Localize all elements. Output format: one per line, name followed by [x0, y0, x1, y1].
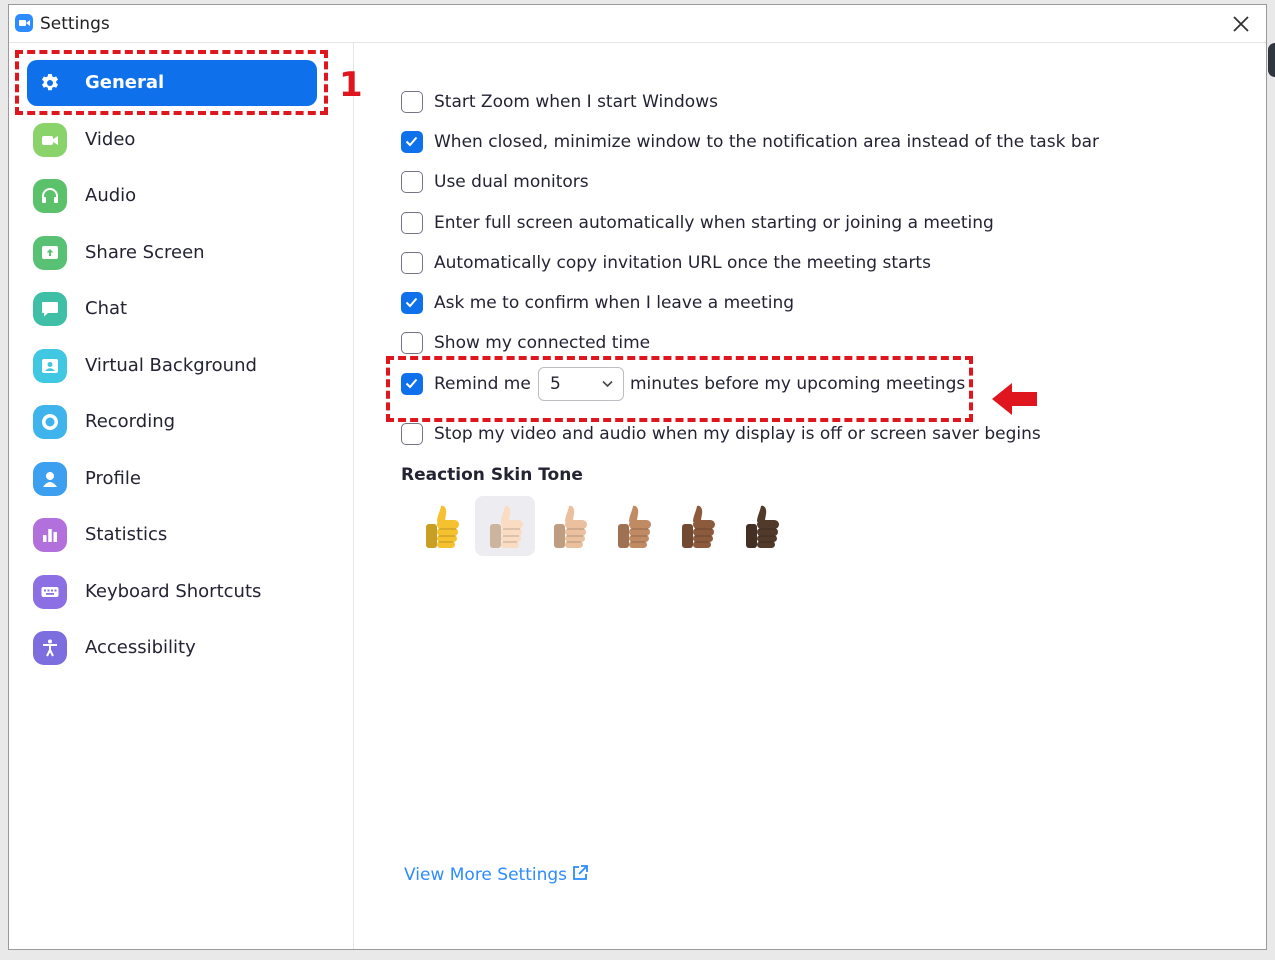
sidebar-item-label: Profile	[85, 468, 141, 489]
option-label: Stop my video and audio when my display …	[434, 424, 1041, 444]
chat-bubble-icon	[33, 292, 67, 326]
sidebar-item-keyboard-shortcuts[interactable]: Keyboard Shortcuts	[27, 569, 317, 615]
checkbox[interactable]	[401, 252, 423, 274]
close-icon	[1233, 16, 1249, 32]
checkbox[interactable]	[401, 292, 423, 314]
thumbs-up-icon	[554, 505, 587, 548]
checkbox[interactable]	[401, 91, 423, 113]
person-icon	[33, 462, 67, 496]
background-window-edge	[1268, 43, 1275, 77]
sidebar-item-label: Virtual Background	[85, 355, 257, 376]
checkmark-icon	[405, 378, 418, 389]
sidebar-item-label: Keyboard Shortcuts	[85, 581, 262, 602]
option-label: Start Zoom when I start Windows	[434, 92, 718, 112]
sidebar-item-audio[interactable]: Audio	[27, 173, 317, 219]
skin-tone-option[interactable]	[475, 496, 535, 556]
bar-chart-icon	[33, 518, 67, 552]
skin-tone-option[interactable]	[411, 496, 471, 556]
reminder-suffix-label: minutes before my upcoming meetings	[630, 374, 966, 394]
sidebar-item-label: Chat	[85, 298, 128, 319]
dropdown-value: 5	[550, 374, 561, 394]
reminder-prefix-label: Remind me	[434, 374, 531, 394]
sidebar-item-video[interactable]: Video	[27, 117, 317, 163]
skin-tone-option[interactable]	[603, 496, 663, 556]
checkbox[interactable]	[401, 332, 423, 354]
reminder-minutes-dropdown[interactable]: 5	[538, 367, 624, 401]
gear-icon	[33, 66, 67, 100]
keyboard-icon	[33, 575, 67, 609]
record-icon	[33, 405, 67, 439]
skin-tone-option[interactable]	[539, 496, 599, 556]
sidebar-item-label: Recording	[85, 411, 176, 432]
sidebar-item-statistics[interactable]: Statistics	[27, 512, 317, 558]
share-screen-icon	[33, 236, 67, 270]
checkbox[interactable]	[401, 373, 423, 395]
settings-window: Settings General Video Audio Share Scree…	[8, 4, 1267, 950]
close-button[interactable]	[1228, 11, 1254, 37]
checkbox[interactable]	[401, 212, 423, 234]
thumbs-up-icon	[746, 505, 779, 548]
option-meeting-reminder[interactable]: Remind me 5 minutes before my upcoming m…	[401, 367, 965, 401]
sidebar-item-general[interactable]: General	[27, 60, 317, 106]
sidebar-item-label: Accessibility	[85, 637, 196, 658]
checkmark-icon	[405, 136, 418, 147]
chevron-down-icon	[602, 380, 613, 388]
title-bar: Settings	[9, 5, 1266, 43]
skin-tone-option[interactable]	[667, 496, 727, 556]
window-title: Settings	[40, 14, 110, 34]
video-camera-icon	[33, 123, 67, 157]
sidebar-item-label: Share Screen	[85, 242, 205, 263]
checkbox[interactable]	[401, 131, 423, 153]
reaction-skin-tone-title: Reaction Skin Tone	[401, 465, 583, 485]
sidebar-item-share-screen[interactable]: Share Screen	[27, 230, 317, 276]
sidebar-item-chat[interactable]: Chat	[27, 286, 317, 332]
checkbox[interactable]	[401, 423, 423, 445]
sidebar-item-label: Statistics	[85, 524, 168, 545]
general-settings-panel: Start Zoom when I start Windows When clo…	[354, 43, 1266, 949]
option-label: When closed, minimize window to the noti…	[434, 132, 1100, 152]
sidebar-item-profile[interactable]: Profile	[27, 456, 317, 502]
red-arrow-icon	[992, 383, 1037, 415]
thumbs-up-icon	[682, 505, 715, 548]
settings-sidebar: General Video Audio Share Screen Chat Vi…	[9, 43, 354, 949]
view-more-settings-link[interactable]: View More Settings	[404, 865, 588, 885]
link-label: View More Settings	[404, 865, 568, 885]
option-label: Ask me to confirm when I leave a meeting	[434, 293, 795, 313]
thumbs-up-icon	[618, 505, 651, 548]
option-label: Show my connected time	[434, 333, 651, 353]
external-link-icon	[573, 865, 588, 880]
sidebar-item-virtual-background[interactable]: Virtual Background	[27, 343, 317, 389]
thumbs-up-icon	[426, 505, 459, 548]
virtual-background-icon	[33, 349, 67, 383]
sidebar-item-label: Video	[85, 129, 136, 150]
accessibility-icon	[33, 631, 67, 665]
skin-tone-option[interactable]	[731, 496, 791, 556]
zoom-app-icon	[15, 14, 33, 32]
headphones-icon	[33, 179, 67, 213]
sidebar-item-label: General	[85, 72, 165, 93]
option-label: Enter full screen automatically when sta…	[434, 213, 994, 233]
sidebar-item-label: Audio	[85, 185, 137, 206]
sidebar-item-accessibility[interactable]: Accessibility	[27, 625, 317, 671]
checkbox[interactable]	[401, 171, 423, 193]
checkmark-icon	[405, 297, 418, 308]
option-label: Use dual monitors	[434, 172, 589, 192]
thumbs-up-icon	[490, 505, 523, 548]
sidebar-item-recording[interactable]: Recording	[27, 399, 317, 445]
option-label: Automatically copy invitation URL once t…	[434, 253, 931, 273]
